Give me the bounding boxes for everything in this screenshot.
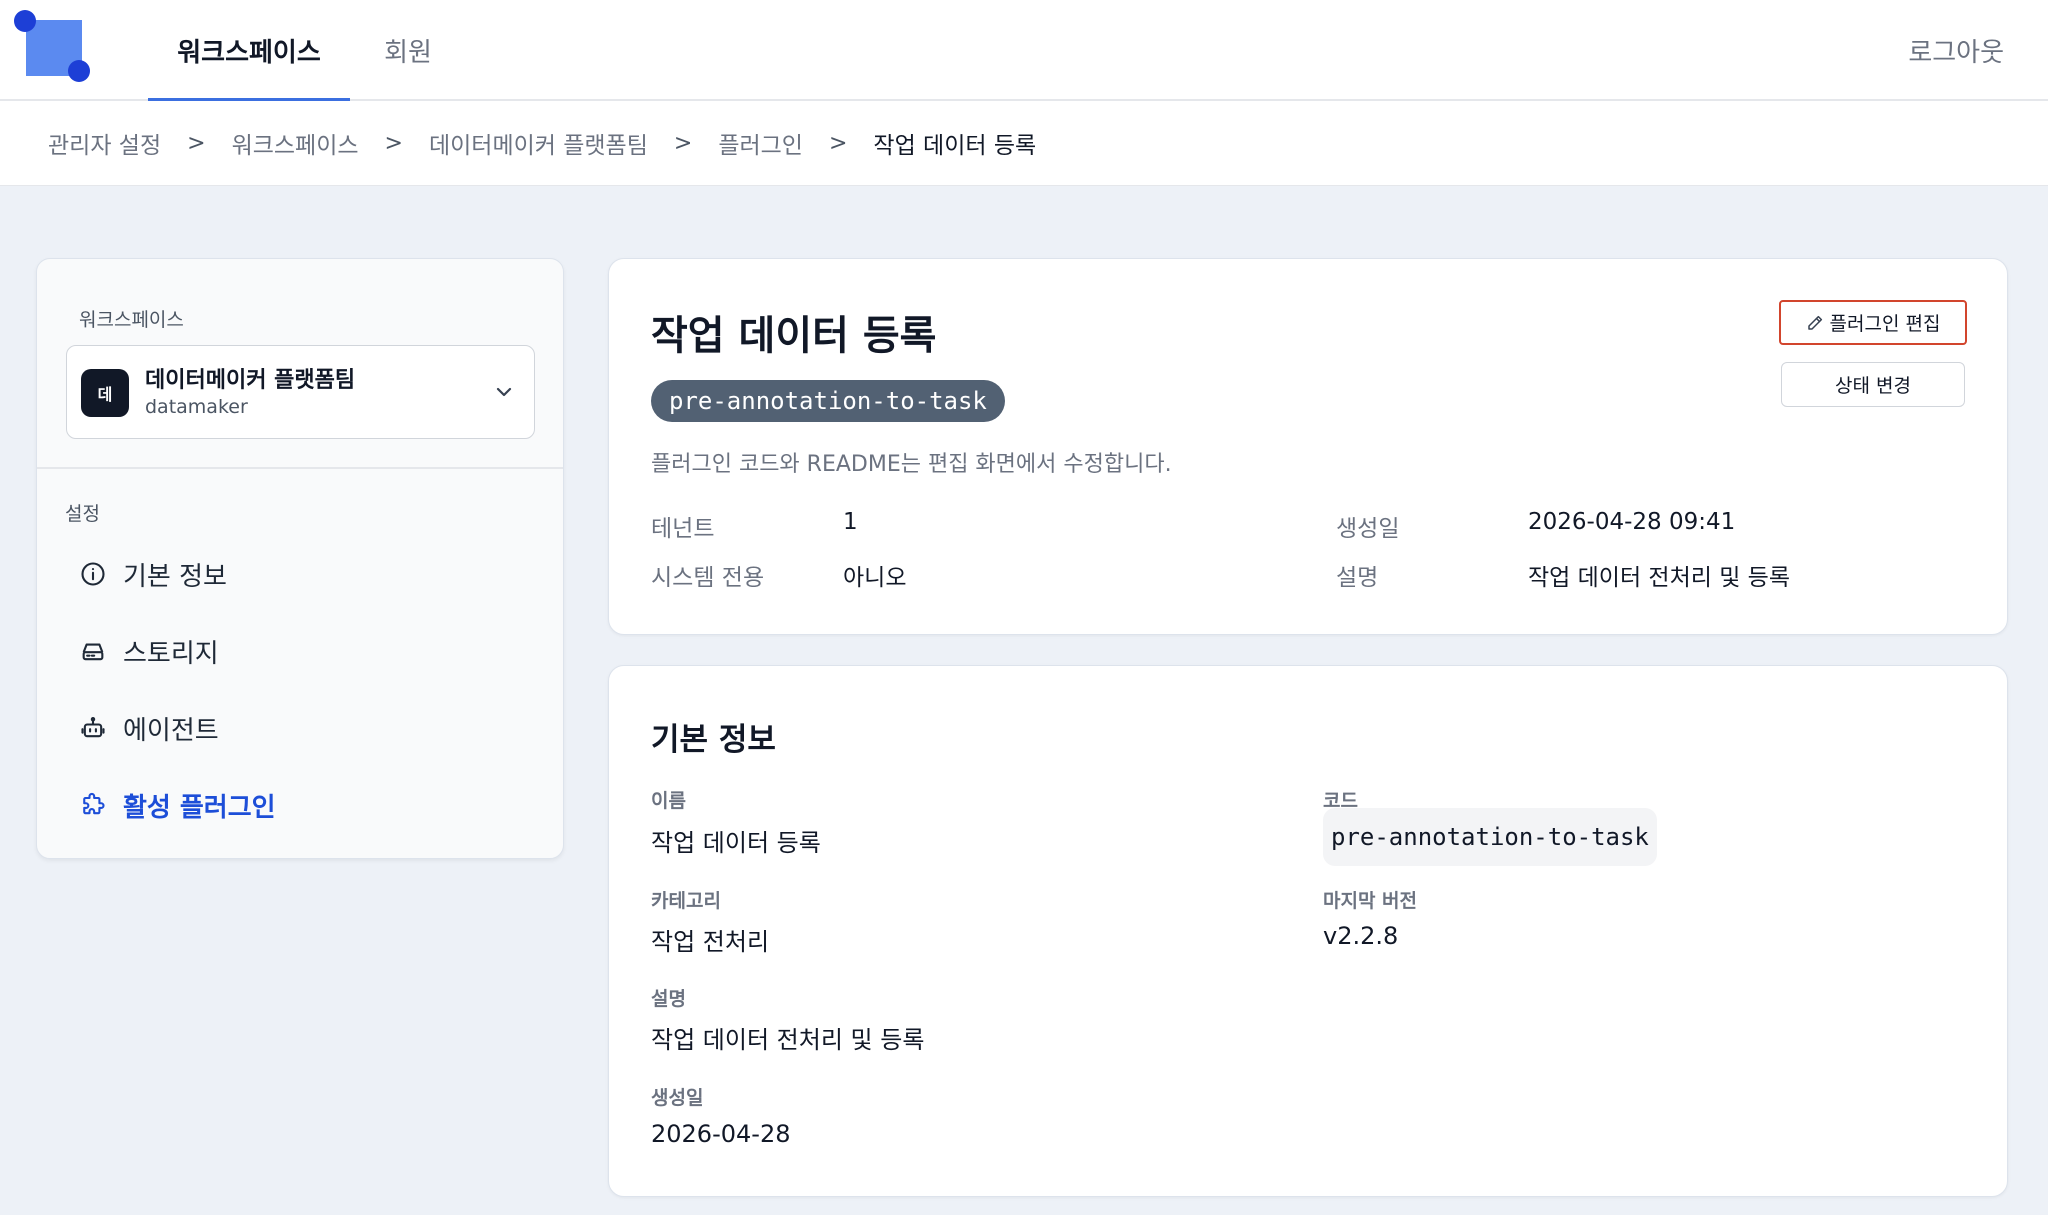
basic-info-card: 기본 정보 이름 작업 데이터 등록 코드 pre-annotation-to-… — [608, 665, 2008, 1197]
meta-value-system-only: 아니오 — [843, 565, 907, 591]
meta-value-tenant: 1 — [843, 509, 858, 535]
tab-members[interactable]: 회원 — [368, 0, 448, 100]
plugin-header-card: 작업 데이터 등록 pre-annotation-to-task 플러그인 코드… — [608, 258, 2008, 635]
pencil-icon — [1806, 314, 1824, 332]
breadcrumb-plugins[interactable]: 플러그인 — [718, 126, 803, 160]
workspace-avatar: 데 — [81, 369, 129, 417]
page-subtitle: 플러그인 코드와 README는 편집 화면에서 수정합니다. — [651, 452, 1172, 477]
field-label-category: 카테고리 — [651, 890, 721, 912]
field-value-description: 작업 데이터 전처리 및 등록 — [651, 1026, 925, 1054]
edit-plugin-button[interactable]: 플러그인 편집 — [1779, 300, 1967, 345]
breadcrumb-admin-settings[interactable]: 관리자 설정 — [48, 126, 161, 160]
breadcrumb-separator: > — [384, 130, 403, 156]
breadcrumb-separator: > — [187, 130, 206, 156]
breadcrumb-team[interactable]: 데이터메이커 플랫폼팀 — [429, 126, 648, 160]
field-value-category: 작업 전처리 — [651, 928, 770, 956]
field-label-latest-version: 마지막 버전 — [1323, 890, 1418, 912]
workspace-section: 워크스페이스 데 데이터메이커 플랫폼팀 datamaker — [37, 259, 563, 469]
top-navigation-bar: 워크스페이스 회원 로그아웃 — [0, 0, 2048, 101]
change-status-button[interactable]: 상태 변경 — [1781, 362, 1965, 407]
breadcrumb: 관리자 설정 > 워크스페이스 > 데이터메이커 플랫폼팀 > 플러그인 > 작… — [0, 101, 2048, 186]
breadcrumb-separator: > — [828, 130, 848, 156]
sidebar-item-label: 기본 정보 — [123, 561, 227, 592]
edit-plugin-label: 플러그인 편집 — [1829, 313, 1941, 335]
tab-workspace[interactable]: 워크스페이스 — [148, 0, 350, 101]
meta-value-description: 작업 데이터 전처리 및 등록 — [1528, 565, 1791, 591]
section-title: 기본 정보 — [651, 722, 776, 758]
meta-label-created: 생성일 — [1336, 516, 1400, 542]
sidebar-item-label: 스토리지 — [123, 638, 219, 669]
meta-value-created: 2026-04-28 09:41 — [1528, 509, 1736, 535]
sidebar-item-label: 에이전트 — [123, 715, 219, 746]
sidebar-item-basic-info[interactable]: 기본 정보 — [79, 542, 549, 606]
workspace-slug: datamaker — [145, 396, 248, 418]
plugin-code-badge: pre-annotation-to-task — [651, 380, 1005, 422]
sidebar-item-agent[interactable]: 에이전트 — [79, 696, 549, 760]
app-logo[interactable] — [14, 10, 94, 86]
meta-label-tenant: 테넌트 — [651, 516, 715, 542]
logo-dot — [14, 10, 36, 32]
logout-button[interactable]: 로그아웃 — [1908, 0, 2004, 100]
chevron-down-icon — [496, 387, 512, 397]
settings-sidebar: 워크스페이스 데 데이터메이커 플랫폼팀 datamaker 설정 기본 정보 … — [36, 258, 564, 859]
info-circle-icon — [79, 560, 107, 588]
field-value-code: pre-annotation-to-task — [1323, 808, 1657, 866]
meta-label-description: 설명 — [1336, 565, 1379, 591]
storage-drive-icon — [79, 637, 107, 665]
puzzle-icon — [79, 791, 107, 819]
workspace-name: 데이터메이커 플랫폼팀 — [145, 368, 356, 393]
workspace-selector[interactable]: 데 데이터메이커 플랫폼팀 datamaker — [66, 345, 535, 439]
robot-icon — [79, 714, 107, 742]
breadcrumb-current: 작업 데이터 등록 — [873, 133, 1037, 159]
field-label-created: 생성일 — [651, 1087, 704, 1109]
sidebar-item-label: 활성 플러그인 — [123, 792, 276, 823]
meta-label-system-only: 시스템 전용 — [651, 565, 765, 591]
field-label-name: 이름 — [651, 790, 686, 812]
field-value-name: 작업 데이터 등록 — [651, 829, 821, 857]
breadcrumb-workspace[interactable]: 워크스페이스 — [232, 126, 359, 160]
workspace-label: 워크스페이스 — [79, 309, 184, 331]
sidebar-item-active-plugins[interactable]: 활성 플러그인 — [79, 773, 549, 837]
field-value-latest-version: v2.2.8 — [1323, 922, 1399, 950]
field-value-created: 2026-04-28 — [651, 1120, 791, 1148]
breadcrumb-separator: > — [673, 130, 693, 156]
page-title: 작업 데이터 등록 — [651, 313, 937, 359]
settings-label: 설정 — [65, 503, 100, 525]
sidebar-item-storage[interactable]: 스토리지 — [79, 619, 549, 683]
field-label-description: 설명 — [651, 988, 686, 1010]
logo-dot — [68, 60, 90, 82]
